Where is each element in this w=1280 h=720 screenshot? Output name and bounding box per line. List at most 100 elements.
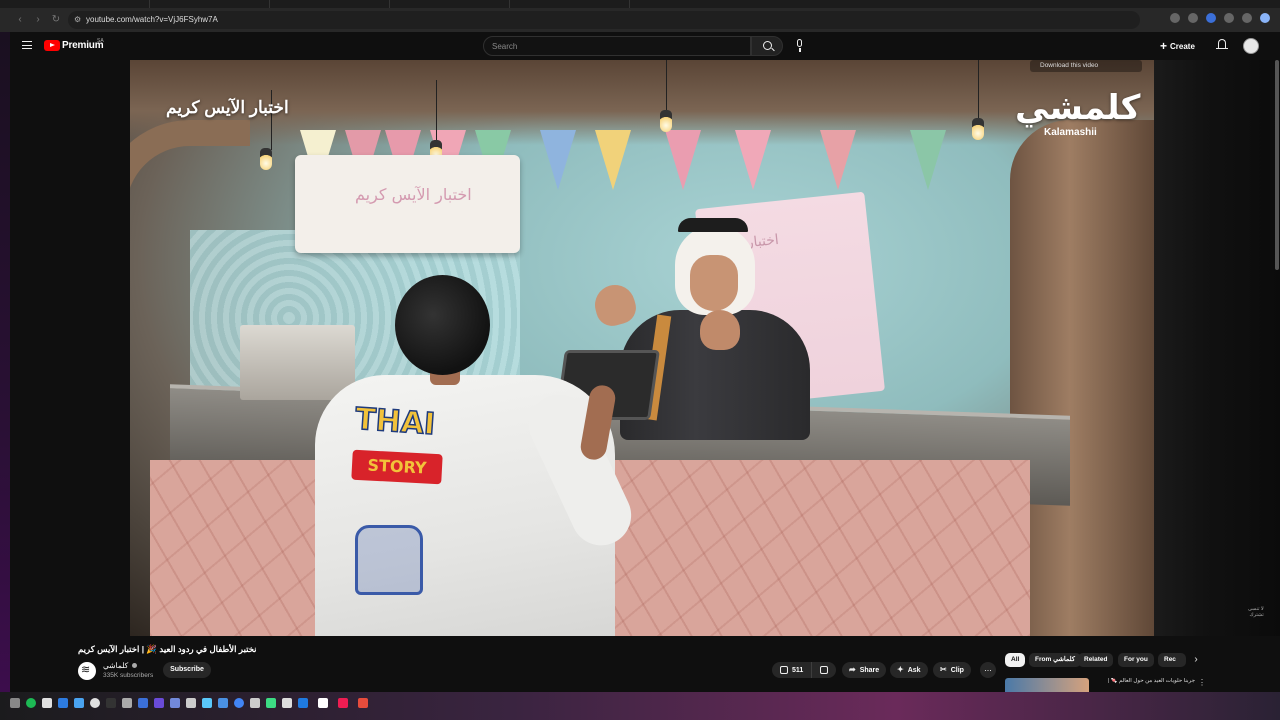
- browser-tab[interactable]: [30, 0, 150, 8]
- browser-tab[interactable]: [150, 0, 270, 8]
- spotify-icon[interactable]: [26, 698, 36, 708]
- app-icon[interactable]: [138, 698, 148, 708]
- voice-search-button[interactable]: [792, 38, 808, 54]
- channel-avatar[interactable]: [78, 662, 96, 680]
- scissors-icon: ✂: [940, 665, 947, 674]
- bell-base: [1216, 48, 1228, 49]
- app-icon[interactable]: [186, 698, 196, 708]
- reload-icon[interactable]: ↻: [50, 14, 62, 26]
- app-icon[interactable]: [358, 698, 368, 708]
- kebab-menu-icon[interactable]: ⋮: [1198, 678, 1206, 687]
- url-field[interactable]: ⚙ youtube.com/watch?v=VjJ6FSyhw7A: [68, 11, 1140, 29]
- more-actions-button[interactable]: ...: [980, 662, 996, 678]
- extension-icon[interactable]: [1188, 13, 1198, 23]
- recommended-video-title[interactable]: جربنا حلويات العيد من حول العالم 🍬 |: [1095, 678, 1195, 684]
- app-icon[interactable]: [106, 698, 116, 708]
- search-button[interactable]: [751, 36, 783, 56]
- search-input[interactable]: [492, 40, 742, 52]
- channel-name-text[interactable]: كلماشي: [103, 661, 128, 670]
- app-icon[interactable]: [122, 698, 132, 708]
- chip-for-you[interactable]: For you: [1118, 653, 1154, 667]
- channel-watermark-english: Kalamashii: [1044, 127, 1097, 138]
- forward-icon[interactable]: ›: [32, 14, 44, 26]
- light-wire: [666, 60, 667, 115]
- channel-name[interactable]: كلماشي: [103, 661, 138, 670]
- bunting-flag: [595, 130, 631, 190]
- bunting-flag: [665, 130, 701, 190]
- app-icon[interactable]: [90, 698, 100, 708]
- mic-icon: [797, 39, 802, 47]
- video-title: نختبر الأطفال في ردود العيد 🎉 | اختبار ا…: [78, 644, 257, 654]
- subscriber-count: 335K subscribers: [103, 672, 154, 679]
- search-box: [483, 36, 751, 56]
- discord-icon[interactable]: [170, 698, 180, 708]
- chip-related[interactable]: Related: [1078, 653, 1114, 667]
- subscribe-button[interactable]: Subscribe: [163, 662, 211, 678]
- thumbs-down-icon: [820, 666, 828, 674]
- browser-tab[interactable]: [510, 0, 630, 8]
- hamburger-icon[interactable]: [22, 41, 32, 49]
- profile-icon[interactable]: [1260, 13, 1270, 23]
- bunting-flag: [910, 130, 946, 190]
- chip-all[interactable]: All: [1005, 653, 1026, 667]
- ac-logo: اختبار الآيس كريم: [355, 185, 472, 204]
- app-icon[interactable]: [298, 698, 308, 708]
- recommended-video-thumbnail[interactable]: [1005, 678, 1089, 692]
- bell-body: [1218, 39, 1226, 48]
- chrome-icon[interactable]: [234, 698, 244, 708]
- app-icon[interactable]: [74, 698, 84, 708]
- youtube-logo-icon[interactable]: [44, 40, 60, 51]
- share-label: Share: [859, 666, 880, 674]
- channel-watermark-arabic: كلمشي: [1015, 88, 1141, 128]
- extension-icon[interactable]: [1242, 13, 1252, 23]
- video-player[interactable]: اختبار الآيس كريم اختبار THAI STORY اختب…: [130, 60, 1154, 636]
- mic-stand: [799, 48, 801, 52]
- region-code: SA: [97, 38, 104, 44]
- chip-from-channel[interactable]: From كلماشي: [1029, 653, 1081, 667]
- share-button[interactable]: ➦ Share: [842, 662, 887, 678]
- shirt-print-story: STORY: [351, 449, 443, 485]
- like-button[interactable]: 511: [772, 662, 812, 678]
- app-icon[interactable]: [282, 698, 292, 708]
- shirt-tuktuk-graphic: [355, 525, 423, 595]
- share-icon: ➦: [849, 665, 856, 674]
- hanging-bulb: [660, 110, 672, 132]
- browser-tab[interactable]: [390, 0, 510, 8]
- start-icon[interactable]: [10, 698, 20, 708]
- page-right-margin: [1154, 60, 1280, 636]
- browser-tab[interactable]: [270, 0, 390, 8]
- extensions-area: [1170, 13, 1270, 23]
- corner-subscribe-reminder: لا تنسى تشترك: [1248, 606, 1264, 618]
- video-man-agal: [678, 218, 748, 232]
- chevron-right-icon[interactable]: ›: [1190, 653, 1202, 667]
- bell-icon[interactable]: [1216, 39, 1228, 52]
- create-button[interactable]: + Create: [1160, 39, 1195, 53]
- avatar[interactable]: [1243, 38, 1259, 54]
- dislike-button[interactable]: [812, 662, 836, 678]
- app-icon[interactable]: [266, 698, 276, 708]
- desktop-background-strip: [0, 32, 10, 692]
- site-info-icon[interactable]: ⚙: [74, 15, 83, 24]
- verified-icon: [132, 663, 138, 668]
- extension-icon[interactable]: [1170, 13, 1180, 23]
- app-icon[interactable]: [154, 698, 164, 708]
- back-icon[interactable]: ‹: [14, 14, 26, 26]
- page-scrollbar[interactable]: [1275, 60, 1279, 270]
- tiktok-icon[interactable]: [338, 698, 348, 708]
- light-wire: [436, 80, 437, 145]
- app-icon[interactable]: [58, 698, 68, 708]
- app-icon[interactable]: [42, 698, 52, 708]
- clip-label: Clip: [950, 666, 964, 674]
- hanging-bulb: [260, 148, 272, 170]
- bunting-flag: [540, 130, 576, 190]
- chip-recent[interactable]: Rec: [1158, 653, 1186, 667]
- app-icon[interactable]: [218, 698, 228, 708]
- extension-icon[interactable]: [1224, 13, 1234, 23]
- download-video-button[interactable]: Download this video: [1030, 60, 1142, 72]
- app-icon[interactable]: [202, 698, 212, 708]
- clip-button[interactable]: ✂ Clip: [933, 662, 971, 678]
- app-icon[interactable]: [318, 698, 328, 708]
- extension-icon[interactable]: [1206, 13, 1216, 23]
- app-icon[interactable]: [250, 698, 260, 708]
- ask-button[interactable]: ✦ Ask: [890, 662, 928, 678]
